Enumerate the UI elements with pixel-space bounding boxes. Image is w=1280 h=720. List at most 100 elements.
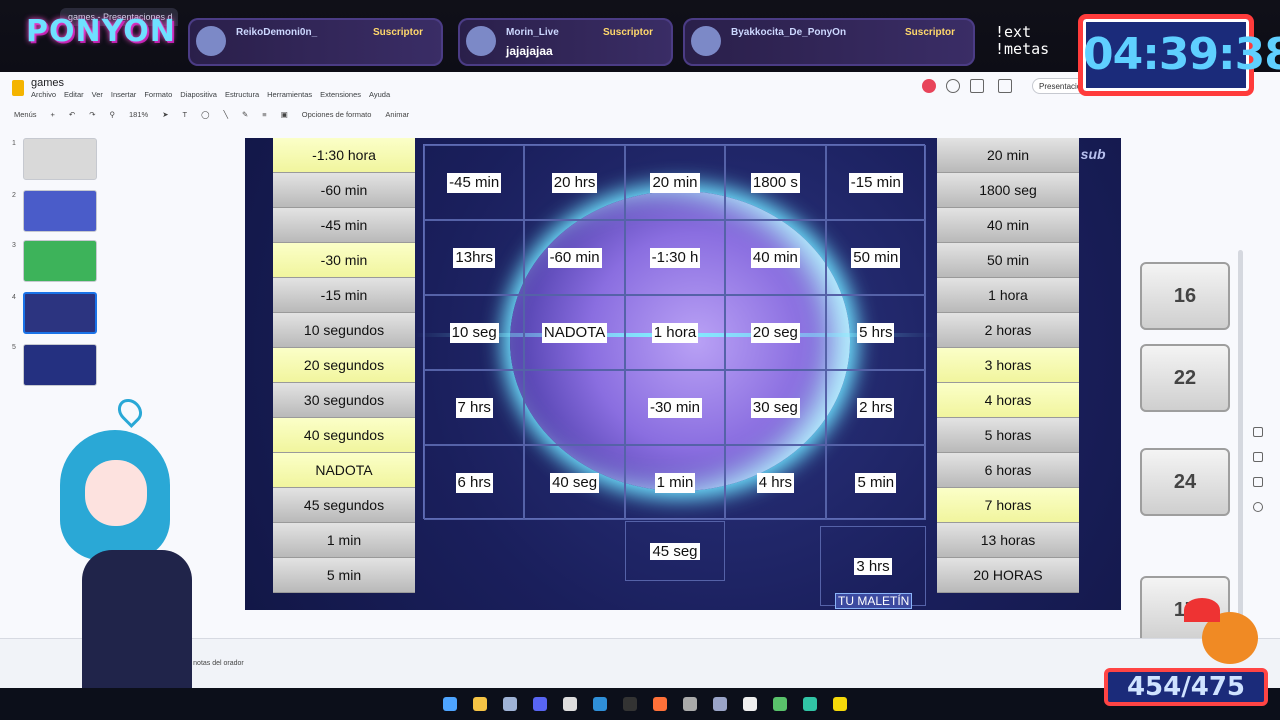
textbox-icon[interactable]: T: [180, 110, 189, 119]
menu-extensiones[interactable]: Extensiones: [320, 90, 361, 99]
grid-case[interactable]: 7 hrs: [424, 370, 525, 445]
list-item[interactable]: 13 horas: [937, 523, 1079, 558]
vscode-icon[interactable]: [713, 697, 727, 711]
briefcase[interactable]: 16: [1140, 262, 1230, 330]
list-item[interactable]: -15 min: [273, 278, 415, 313]
comment-icon[interactable]: [970, 79, 984, 93]
grid-case[interactable]: 20 seg: [725, 295, 826, 370]
line-icon[interactable]: ╲: [221, 110, 230, 119]
menu-insertar[interactable]: Insertar: [111, 90, 136, 99]
grid-case[interactable]: 1 min: [624, 445, 726, 520]
list-item[interactable]: 1 hora: [937, 278, 1079, 313]
list-item[interactable]: -60 min: [273, 173, 415, 208]
document-title[interactable]: games: [31, 77, 64, 89]
grid-case[interactable]: [524, 370, 625, 445]
chrome-icon[interactable]: [743, 697, 757, 711]
list-item[interactable]: 6 horas: [937, 453, 1079, 488]
list-item[interactable]: 10 segundos: [273, 313, 415, 348]
list-item[interactable]: 5 horas: [937, 418, 1079, 453]
briefcase[interactable]: 22: [1140, 344, 1230, 412]
menu-estructura[interactable]: Estructura: [225, 90, 259, 99]
grid-case[interactable]: 4 hrs: [725, 445, 826, 520]
user-avatar-icon[interactable]: [922, 79, 936, 93]
zoom-icon[interactable]: ⚲: [108, 110, 118, 119]
grid-case[interactable]: 5 hrs: [825, 295, 926, 370]
grid-case[interactable]: -15 min: [825, 145, 926, 220]
grid-case[interactable]: 6 hrs: [424, 445, 525, 520]
list-item[interactable]: 30 segundos: [273, 383, 415, 418]
grid-case[interactable]: 2 hrs: [825, 370, 926, 445]
keep-icon[interactable]: [1253, 452, 1263, 462]
list-item[interactable]: 20 HORAS: [937, 558, 1079, 593]
app-icon-3[interactable]: [833, 697, 847, 711]
grid-case[interactable]: 1 hora: [624, 295, 726, 370]
shape-icon[interactable]: ◯: [199, 110, 211, 119]
list-item[interactable]: 40 segundos: [273, 418, 415, 453]
undo-icon[interactable]: ↶: [67, 110, 77, 119]
list-item[interactable]: -1:30 hora: [273, 138, 415, 173]
redo-icon[interactable]: ↷: [87, 110, 97, 119]
grid-case[interactable]: 1800 s: [725, 145, 826, 220]
list-item[interactable]: 45 segundos: [273, 488, 415, 523]
slide-thumb-3[interactable]: [23, 240, 97, 282]
list-item[interactable]: 40 min: [937, 208, 1079, 243]
menu-formato[interactable]: Formato: [144, 90, 172, 99]
menu-ver[interactable]: Ver: [92, 90, 103, 99]
menu-editar[interactable]: Editar: [64, 90, 84, 99]
briefcase[interactable]: 24: [1140, 448, 1230, 516]
grid-case[interactable]: 50 min: [825, 220, 926, 295]
obs-icon[interactable]: [623, 697, 637, 711]
list-item[interactable]: 2 horas: [937, 313, 1079, 348]
slide-thumb-5[interactable]: [23, 344, 97, 386]
grid-case[interactable]: 30 seg: [725, 370, 826, 445]
slides-doc-icon[interactable]: [12, 80, 24, 96]
grid-case[interactable]: 20 min: [624, 145, 726, 220]
firefox-icon[interactable]: [653, 697, 667, 711]
contacts-icon[interactable]: [1253, 502, 1263, 512]
list-item[interactable]: 5 min: [273, 558, 415, 593]
list-item[interactable]: 20 segundos: [273, 348, 415, 383]
grid-case[interactable]: -45 min: [424, 145, 525, 220]
grid-case[interactable]: 5 min: [825, 445, 926, 520]
history-icon[interactable]: [946, 79, 960, 93]
slide-canvas[interactable]: 1 sub -1:30 hora -60 min -45 min -30 min -15…: [245, 138, 1121, 610]
menu-diapositiva[interactable]: Diapositiva: [180, 90, 217, 99]
chatgpt-icon[interactable]: [563, 697, 577, 711]
app-icon-2[interactable]: [803, 697, 817, 711]
grid-case[interactable]: 20 hrs: [524, 145, 625, 220]
list-item[interactable]: 3 horas: [937, 348, 1079, 383]
list-item[interactable]: 7 horas: [937, 488, 1079, 523]
menu-herramientas[interactable]: Herramientas: [267, 90, 312, 99]
meet-icon[interactable]: [998, 79, 1012, 93]
grid-case[interactable]: 40 seg: [524, 445, 625, 520]
list-item[interactable]: 20 min: [937, 138, 1079, 173]
pen-icon[interactable]: ✎: [240, 110, 250, 119]
animate-button[interactable]: Animar: [383, 110, 411, 119]
menu-archivo[interactable]: Archivo: [31, 90, 56, 99]
search-menus-button[interactable]: Menús: [12, 110, 39, 119]
align-icon[interactable]: ≡: [260, 110, 268, 119]
list-item[interactable]: -45 min: [273, 208, 415, 243]
steam-icon[interactable]: [503, 697, 517, 711]
grid-case[interactable]: -30 min: [624, 370, 726, 445]
edge-icon[interactable]: [593, 697, 607, 711]
file-explorer-icon[interactable]: [473, 697, 487, 711]
app-icon[interactable]: [773, 697, 787, 711]
grid-case[interactable]: 10 seg: [424, 295, 525, 370]
menu-ayuda[interactable]: Ayuda: [369, 90, 390, 99]
comment-add-icon[interactable]: ▣: [279, 110, 290, 119]
vertical-scrollbar[interactable]: [1238, 250, 1243, 650]
grid-case[interactable]: -1:30 h: [624, 220, 726, 295]
list-item[interactable]: 1 min: [273, 523, 415, 558]
vtube-icon[interactable]: [683, 697, 697, 711]
calendar-icon[interactable]: [1253, 427, 1263, 437]
case-extra-45[interactable]: 45 seg: [625, 521, 725, 581]
your-briefcase-label[interactable]: TU MALETÍN: [835, 593, 913, 609]
list-item[interactable]: NADOTA: [273, 453, 415, 488]
list-item[interactable]: 50 min: [937, 243, 1079, 278]
grid-case[interactable]: -60 min: [524, 220, 625, 295]
slide-thumb-2[interactable]: [23, 190, 97, 232]
slide-thumb-4[interactable]: [23, 292, 97, 334]
grid-case[interactable]: 13hrs: [424, 220, 525, 295]
windows-start-icon[interactable]: [443, 697, 457, 711]
